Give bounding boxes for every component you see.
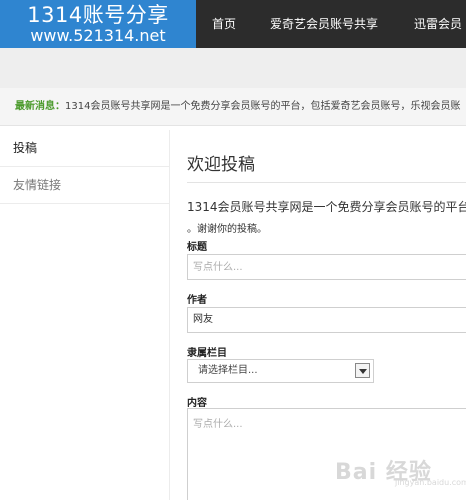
- dropdown-arrow-icon[interactable]: [355, 363, 370, 378]
- content-field-label: 内容: [187, 398, 207, 409]
- latest-news-bar: 最新消息：1314会员账号共享网是一个免费分享会员账号的平台，包括爱奇艺会员账号…: [0, 88, 466, 126]
- watermark-subtext: jingyan.baidu.com: [395, 478, 466, 487]
- latest-news-label: 最新消息：: [15, 101, 65, 112]
- sidebar-item-submit[interactable]: 投稿: [0, 130, 169, 167]
- site-logo[interactable]: 1314账号分享 www.521314.net: [0, 0, 196, 48]
- nav-item-home[interactable]: 首页: [212, 0, 270, 48]
- top-navigation-bar: 1314账号分享 www.521314.net 首页 爱奇艺会员账号共享 迅雷会…: [0, 0, 466, 48]
- logo-url: www.521314.net: [30, 26, 166, 45]
- category-select[interactable]: 请选择栏目...: [187, 359, 374, 383]
- title-divider: [187, 182, 466, 183]
- title-input[interactable]: [187, 254, 466, 280]
- intro-text-continued: 。谢谢你的投稿。: [187, 224, 267, 235]
- latest-news-text[interactable]: 1314会员账号共享网是一个免费分享会员账号的平台，包括爱奇艺会员账号，乐视会员…: [65, 101, 460, 112]
- author-input[interactable]: 网友: [187, 307, 466, 333]
- header-band: [0, 48, 466, 88]
- category-select-value: 请选择栏目...: [198, 365, 258, 376]
- category-field-label: 隶属栏目: [187, 348, 227, 359]
- nav-item-iqiyi-accounts[interactable]: 爱奇艺会员账号共享: [270, 0, 414, 48]
- title-field-label: 标题: [187, 242, 207, 253]
- watermark-logo: Bai 经验 jingyan.baidu.com: [335, 448, 466, 494]
- sidebar-item-friend-links[interactable]: 友情链接: [0, 167, 169, 204]
- nav-item-xunlei-accounts[interactable]: 迅雷会员: [414, 0, 466, 48]
- page-title: 欢迎投稿: [187, 155, 255, 175]
- author-field-label: 作者: [187, 295, 207, 306]
- intro-text: 1314会员账号共享网是一个免费分享会员账号的平台: [187, 200, 466, 214]
- main-content: 欢迎投稿 1314会员账号共享网是一个免费分享会员账号的平台 。谢谢你的投稿。 …: [170, 130, 466, 500]
- logo-title: 1314账号分享: [27, 3, 169, 27]
- main-nav: 首页 爱奇艺会员账号共享 迅雷会员: [196, 0, 466, 48]
- sidebar: 投稿 友情链接: [0, 130, 170, 500]
